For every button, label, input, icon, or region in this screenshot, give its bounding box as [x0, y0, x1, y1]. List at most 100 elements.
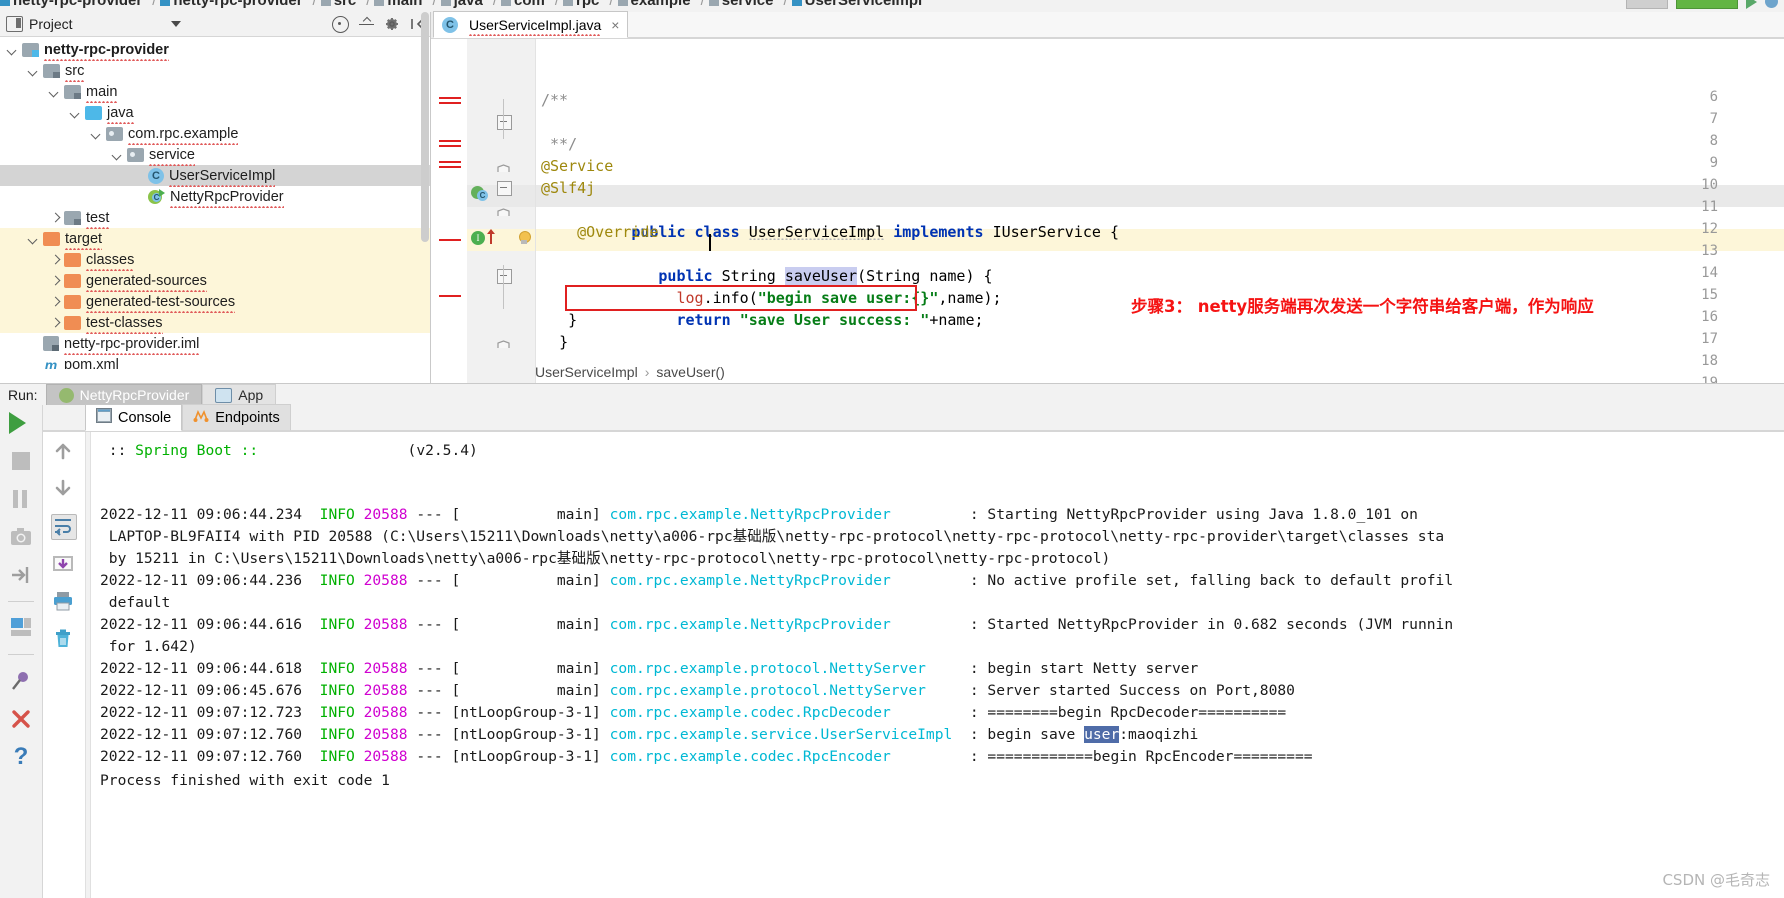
breadcrumb-item-label: UserServiceImpl	[804, 0, 923, 9]
screenshot-icon[interactable]	[9, 525, 33, 549]
layout-icon[interactable]	[9, 616, 33, 640]
breadcrumb-item-netty-rpc-provider[interactable]: netty-rpc-provider	[160, 0, 303, 9]
breadcrumb-item-netty-rpc-provider[interactable]: netty-rpc-provider	[0, 0, 142, 9]
chevron-down-icon[interactable]	[69, 106, 83, 120]
tree-item-classes[interactable]: classes	[0, 249, 430, 271]
tree-item-netty-rpc-provider[interactable]: netty-rpc-provider	[0, 39, 430, 61]
trash-icon[interactable]	[52, 627, 76, 651]
code-fold-toggle-icon[interactable]	[497, 269, 512, 284]
tree-item-main[interactable]: main	[0, 81, 430, 103]
tree-item-nettyrpcprovider[interactable]: C NettyRpcProvider	[0, 186, 430, 208]
chevron-right-icon[interactable]	[48, 295, 62, 309]
close-icon[interactable]: ×	[611, 17, 619, 33]
package-icon	[708, 0, 719, 6]
debug-icon[interactable]	[1765, 0, 1778, 8]
soft-wrap-icon[interactable]	[51, 514, 77, 540]
module-folder-icon	[22, 42, 39, 57]
intention-bulb-icon[interactable]	[517, 231, 531, 246]
tree-item-userserviceimpl[interactable]: C UserServiceImpl	[0, 165, 430, 187]
gear-icon[interactable]	[384, 16, 400, 32]
tree-item-generated-test-sources[interactable]: generated-test-sources	[0, 291, 430, 313]
chevron-down-icon[interactable]	[90, 127, 104, 141]
breadcrumb-item-rpc[interactable]: rpc	[563, 0, 599, 9]
tree-item-target[interactable]: target	[0, 228, 430, 250]
run-toolbar-primary[interactable]: ?	[0, 405, 43, 898]
overriding-method-gutter-icon[interactable]: I	[471, 231, 486, 246]
tree-item-src[interactable]: src	[0, 60, 430, 82]
code-fold-region-end-icon[interactable]	[497, 336, 510, 348]
print-icon[interactable]	[52, 590, 76, 614]
chevron-right-icon[interactable]	[48, 274, 62, 288]
run-toolbar-secondary[interactable]	[43, 432, 86, 898]
breadcrumb-class[interactable]: UserServiceImpl	[535, 364, 638, 380]
tree-item-netty-rpc-provider-iml[interactable]: netty-rpc-provider.iml	[0, 333, 430, 355]
chevron-right-icon[interactable]	[48, 253, 62, 267]
code-text[interactable]: /** **/ @Service @Slf4j public class Use…	[535, 39, 1784, 384]
pin-icon[interactable]	[9, 669, 33, 693]
tree-item-test[interactable]: test	[0, 207, 430, 229]
project-tree-scrollbar[interactable]	[420, 12, 430, 357]
breadcrumb-item-com[interactable]: com	[500, 0, 545, 9]
tab-endpoints[interactable]: Endpoints	[182, 404, 291, 431]
breadcrumb-item-service[interactable]: service	[708, 0, 773, 9]
locate-target-icon[interactable]	[332, 15, 349, 33]
spring-bean-gutter-icon[interactable]: C	[471, 186, 489, 202]
code-area[interactable]: 6 7 8 9 10 11 12 13 14 15 16 17 18 19 C I /** **/ @Se…	[431, 39, 1784, 384]
chevron-down-icon[interactable]	[6, 43, 20, 57]
breadcrumb-item-java[interactable]: java	[440, 0, 483, 9]
code-class-name: UserServiceImpl	[748, 223, 885, 241]
tree-item-generated-sources[interactable]: generated-sources	[0, 270, 430, 292]
chevron-down-icon[interactable]	[48, 85, 62, 99]
editor-tab-userserviceimpl[interactable]: C UserServiceImpl.java ×	[433, 11, 629, 38]
help-icon[interactable]: ?	[9, 745, 33, 769]
thread-dump-icon[interactable]	[9, 563, 33, 587]
run-icon[interactable]	[1746, 0, 1757, 9]
breadcrumb-method[interactable]: saveUser()	[656, 364, 724, 380]
code-fold-toggle-icon[interactable]	[497, 115, 512, 130]
up-arrow-icon[interactable]	[52, 440, 76, 464]
close-icon[interactable]	[9, 707, 33, 731]
project-tree[interactable]: netty-rpc-provider src main java com.rpc.exa…	[0, 37, 430, 384]
down-arrow-icon[interactable]	[52, 477, 76, 501]
chevron-down-icon[interactable]	[170, 21, 181, 27]
collapse-all-icon[interactable]	[359, 17, 374, 32]
console-text-segment: --- [ main]	[407, 681, 610, 699]
code-fold-region-end-icon[interactable]	[497, 160, 510, 172]
breadcrumb-item-example[interactable]: example	[617, 0, 691, 9]
breadcrumb-item-src[interactable]: src	[320, 0, 356, 9]
top-breadcrumb-strip: netty-rpc-provider / netty-rpc-provider / sr…	[0, 0, 1784, 12]
chevron-down-icon[interactable]	[111, 148, 125, 162]
console-text-segment: --- [ main]	[407, 615, 610, 633]
stop-icon[interactable]	[9, 449, 33, 473]
chevron-right-icon[interactable]	[48, 316, 62, 330]
tree-item-com-rpc-example[interactable]: com.rpc.example	[0, 123, 430, 145]
console-output[interactable]: :: Spring Boot :: (v2.5.4) 2022-12-11 09:…	[86, 432, 1784, 898]
breadcrumb-separator-icon: ›	[644, 364, 650, 380]
console-tab-label: Console	[118, 409, 172, 426]
text-caret	[709, 234, 711, 251]
code-fold-region-end-icon[interactable]	[497, 204, 510, 216]
tree-item-java[interactable]: java	[0, 102, 430, 124]
chevron-down-icon[interactable]	[27, 64, 41, 78]
console-text-segment: com.rpc.example.protocol.NettyServer	[609, 681, 962, 699]
tree-item-test-classes[interactable]: test-classes	[0, 312, 430, 334]
code-fold-toggle-icon[interactable]	[497, 181, 512, 196]
chevron-right-icon[interactable]	[48, 211, 62, 225]
implements-arrow-icon[interactable]	[487, 229, 495, 244]
breadcrumb-item-userserviceimpl[interactable]: UserServiceImpl	[791, 0, 923, 9]
chevron-down-icon[interactable]	[27, 232, 41, 246]
tab-console[interactable]: Console	[85, 404, 183, 431]
top-right-toolbar[interactable]	[1626, 0, 1778, 9]
scroll-to-end-icon[interactable]	[52, 553, 76, 577]
editor-breadcrumb[interactable]: UserServiceImpl › saveUser()	[535, 360, 725, 384]
rerun-play-icon[interactable]	[9, 411, 33, 435]
console-text-segment: 2022-12-11 09:06:44.616	[100, 615, 320, 633]
console-text-segment: INFO	[319, 659, 364, 677]
console-line: 2022-12-11 09:06:45.676 INFO 20588 --- […	[100, 680, 1295, 702]
console-line: default	[100, 592, 171, 614]
tree-item-service[interactable]: service	[0, 144, 430, 166]
run-config-selector[interactable]	[1626, 0, 1668, 9]
breadcrumb-item-main[interactable]: main	[374, 0, 422, 9]
console-text-segment: --- [ main]	[407, 571, 610, 589]
pause-icon[interactable]	[9, 487, 33, 511]
